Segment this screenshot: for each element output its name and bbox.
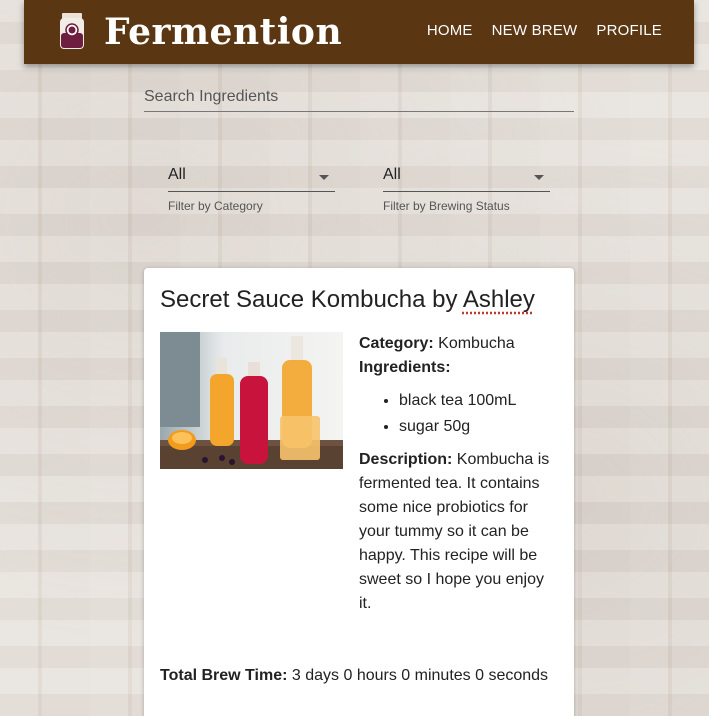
status-filter: All Filter by Brewing Status bbox=[383, 162, 550, 213]
jar-logo-icon[interactable] bbox=[58, 13, 86, 51]
category-filter: All Filter by Category bbox=[168, 162, 335, 213]
category-value: Kombucha bbox=[438, 335, 515, 352]
brand-title[interactable]: Fermention bbox=[104, 10, 342, 54]
brew-name: Secret Sauce Kombucha by bbox=[160, 286, 458, 313]
list-item: sugar 50g bbox=[399, 414, 551, 440]
status-select-value: All bbox=[383, 166, 401, 183]
brew-time-value: 3 days 0 hours 0 minutes 0 seconds bbox=[291, 667, 549, 684]
brew-details: Category: Kombucha Ingredients: black te… bbox=[359, 332, 551, 616]
total-brew-time: Total Brew Time: 3 days 0 hours 0 minute… bbox=[160, 664, 560, 688]
brew-card-title: Secret Sauce Kombucha by Ashley bbox=[160, 286, 535, 314]
category-row: Category: Kombucha bbox=[359, 332, 551, 356]
category-select[interactable]: All bbox=[168, 162, 335, 192]
nav-profile-link[interactable]: PROFILE bbox=[596, 22, 662, 39]
category-label: Category: bbox=[359, 335, 434, 352]
nav-links: HOME NEW BREW PROFILE bbox=[427, 22, 662, 39]
dropdown-arrow-icon bbox=[319, 175, 329, 180]
list-item: black tea 100mL bbox=[399, 388, 551, 414]
brew-time-label: Total Brew Time: bbox=[160, 667, 288, 684]
navbar: Fermention HOME NEW BREW PROFILE bbox=[24, 0, 694, 64]
search-field bbox=[144, 84, 574, 112]
kombucha-photo bbox=[160, 332, 343, 469]
description: Description: Kombucha is fermented tea. … bbox=[359, 448, 551, 616]
status-filter-helper: Filter by Brewing Status bbox=[383, 199, 510, 213]
description-label: Description: bbox=[359, 451, 453, 468]
description-text: Kombucha is fermented tea. It contains s… bbox=[359, 451, 550, 612]
brew-card: Secret Sauce Kombucha by Ashley Category… bbox=[144, 268, 574, 716]
dropdown-arrow-icon bbox=[534, 175, 544, 180]
author-link[interactable]: Ashley bbox=[463, 286, 535, 313]
status-select[interactable]: All bbox=[383, 162, 550, 192]
category-select-value: All bbox=[168, 166, 186, 183]
nav-home-link[interactable]: HOME bbox=[427, 22, 473, 39]
category-filter-helper: Filter by Category bbox=[168, 199, 263, 213]
ingredients-label: Ingredients: bbox=[359, 359, 451, 376]
search-ingredients-input[interactable] bbox=[144, 84, 574, 110]
ingredients-list: black tea 100mL sugar 50g bbox=[399, 388, 551, 440]
nav-new-brew-link[interactable]: NEW BREW bbox=[492, 22, 578, 39]
